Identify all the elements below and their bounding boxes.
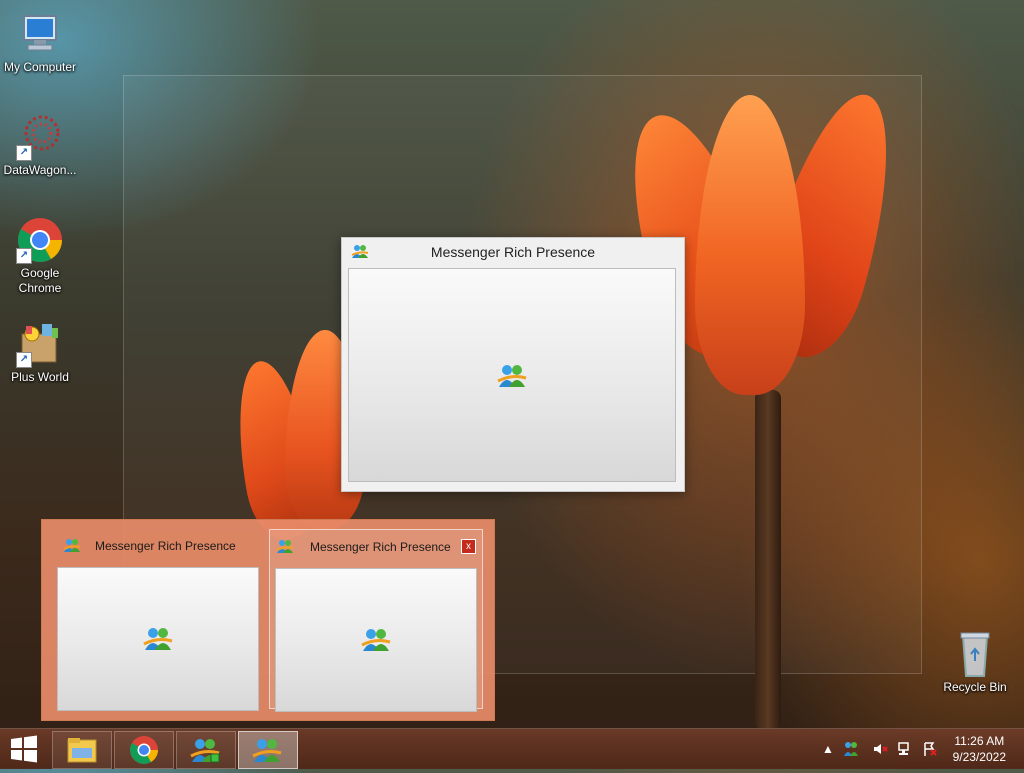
thumbnail-window-1[interactable]: Messenger Rich Presence (45, 529, 259, 711)
desktop-icon-label: My Computer (3, 60, 77, 74)
shortcut-arrow-icon: ↗ (16, 352, 32, 368)
clock-date: 9/23/2022 (952, 750, 1006, 764)
recycle-bin-icon (951, 630, 999, 678)
msn-messenger-icon (361, 627, 391, 653)
clock-time: 11:26 AM (954, 734, 1005, 748)
taskbar-messenger-button[interactable] (176, 731, 236, 769)
thumbnail-window-2[interactable]: Messenger Rich Presence x (269, 529, 483, 712)
desktop-icon-label: DataWagon... (3, 163, 77, 177)
taskbar: ▲ 11:26 AM 9/23/2022 (0, 728, 1024, 769)
msn-messenger-icon[interactable] (843, 741, 859, 757)
close-thumbnail-button[interactable]: x (461, 539, 476, 554)
window-client-area (348, 268, 676, 482)
desktop-icon-recycle-bin[interactable]: Recycle Bin (935, 630, 1015, 695)
plus-world-icon: ↗ (16, 320, 64, 368)
msn-messenger-icon (276, 539, 294, 560)
desktop-icon-label: Plus World (11, 370, 69, 384)
messenger-window[interactable]: Messenger Rich Presence (341, 237, 685, 492)
action-center-icon[interactable] (922, 741, 938, 757)
speaker-muted-icon[interactable] (872, 741, 888, 757)
desktop-icon-label: Google Chrome (18, 266, 62, 295)
thumbnail-preview (275, 568, 477, 712)
shortcut-arrow-icon: ↗ (16, 248, 32, 264)
network-icon[interactable] (897, 741, 913, 757)
desktop-icon-google-chrome[interactable]: ↗ Google Chrome (0, 216, 80, 296)
taskbar-file-explorer-button[interactable] (52, 731, 112, 769)
shortcut-arrow-icon: ↗ (16, 145, 32, 161)
chrome-icon (130, 736, 158, 764)
desktop-icon-plus-world[interactable]: ↗ Plus World (0, 320, 80, 385)
thumbnail-preview (57, 567, 259, 711)
msn-messenger-icon (497, 363, 527, 389)
msn-messenger-icon (63, 538, 81, 559)
thumbnail-title: Messenger Rich Presence (310, 540, 451, 554)
desktop-icon-my-computer[interactable]: My Computer (0, 10, 80, 75)
chrome-icon: ↗ (16, 216, 64, 264)
start-button[interactable] (8, 735, 40, 763)
system-clock[interactable]: 11:26 AM 9/23/2022 (953, 733, 1006, 765)
msn-messenger-icon (252, 739, 282, 762)
msn-messenger-icon (143, 626, 173, 652)
window-title: Messenger Rich Presence (430, 244, 596, 260)
desktop-icon-datawagon[interactable]: ↗ DataWagon... (0, 113, 80, 178)
msn-messenger-icon (190, 739, 220, 763)
taskbar-messenger-rich-presence-button[interactable] (238, 731, 298, 769)
windows-logo-icon (11, 735, 37, 763)
desktop-icon-label: Recycle Bin (943, 680, 1007, 694)
taskbar-chrome-button[interactable] (114, 731, 174, 769)
thumbnail-title: Messenger Rich Presence (95, 539, 236, 553)
computer-icon (16, 10, 64, 58)
datawagon-icon: ↗ (16, 113, 64, 161)
taskbar-thumbnail-popup: Messenger Rich Presence Messenger Rich P… (41, 519, 495, 721)
file-explorer-icon (67, 738, 97, 763)
tray-overflow-button[interactable]: ▲ (820, 741, 836, 757)
